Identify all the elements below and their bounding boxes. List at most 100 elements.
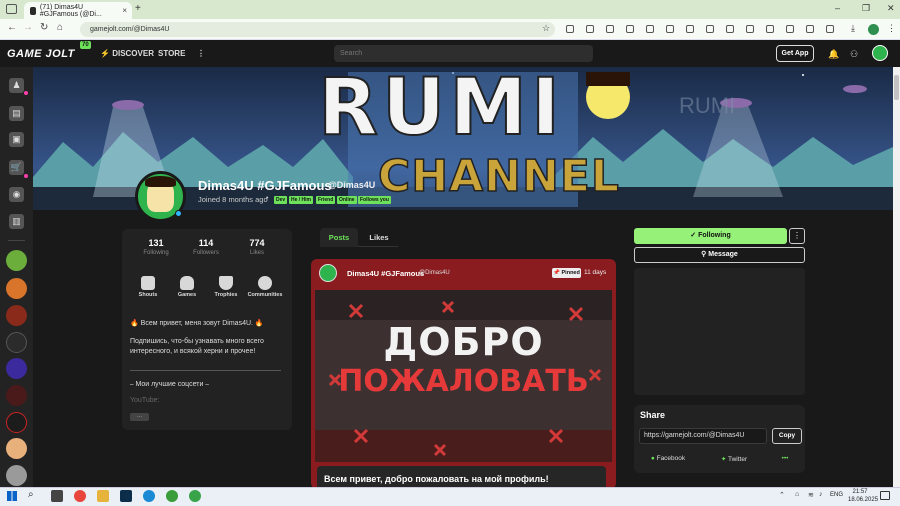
likes-count[interactable]: 774 bbox=[232, 238, 282, 248]
app-icon[interactable] bbox=[189, 490, 201, 502]
profile-more-button[interactable]: ⋮ bbox=[789, 228, 805, 244]
post-author-avatar[interactable] bbox=[319, 264, 337, 282]
tab-actions-icon[interactable] bbox=[6, 4, 17, 14]
post-text: Всем привет, добро пожаловать на мой про… bbox=[324, 474, 549, 484]
taskbar-search-icon[interactable]: ⌕ bbox=[28, 489, 34, 500]
share-twitter-button[interactable]: ✦ Twitter bbox=[709, 455, 759, 463]
tab-posts[interactable]: Posts bbox=[320, 228, 358, 247]
community-avatar-5[interactable] bbox=[6, 358, 27, 379]
activity-icon[interactable]: ⚇ bbox=[850, 49, 858, 60]
forward-icon[interactable]: → bbox=[23, 22, 33, 33]
extension-icon-12[interactable] bbox=[786, 25, 794, 33]
sidebar-store-icon[interactable]: ▤ bbox=[9, 106, 24, 121]
following-label: Following bbox=[143, 250, 169, 256]
volume-icon[interactable]: ♪ bbox=[819, 491, 823, 498]
community-avatar-7[interactable] bbox=[6, 412, 27, 433]
community-avatar-1[interactable] bbox=[6, 250, 27, 271]
shouts-label[interactable]: Shouts bbox=[128, 292, 168, 298]
extension-icon-1[interactable] bbox=[566, 25, 574, 33]
copy-button[interactable]: Copy bbox=[772, 428, 802, 444]
bell-icon[interactable]: 🔔 bbox=[828, 49, 839, 60]
community-avatar-8[interactable] bbox=[6, 438, 27, 459]
edge-icon[interactable] bbox=[143, 490, 155, 502]
search-input[interactable]: Search bbox=[334, 45, 593, 62]
downloads-icon[interactable]: ⤓ bbox=[851, 23, 855, 34]
network-icon[interactable]: ⌂ bbox=[795, 491, 799, 498]
tab-likes[interactable]: Likes bbox=[360, 228, 398, 247]
extension-icon-2[interactable] bbox=[586, 25, 594, 33]
trophy-icon[interactable] bbox=[219, 276, 233, 290]
tray-chevron-icon[interactable]: ⌃ bbox=[779, 491, 785, 499]
extension-icon-4[interactable] bbox=[626, 25, 634, 33]
new-tab-button[interactable]: + bbox=[135, 3, 141, 14]
post-author-name[interactable]: Dimas4U #GJFamous bbox=[347, 269, 424, 278]
extension-icon-6[interactable] bbox=[666, 25, 674, 33]
extension-icon-3[interactable] bbox=[606, 25, 614, 33]
task-view-icon[interactable] bbox=[51, 490, 63, 502]
clock[interactable]: 21:57 18.06.2025 bbox=[848, 488, 878, 504]
minimize-button[interactable]: – bbox=[835, 3, 840, 13]
photoshop-icon[interactable] bbox=[120, 490, 132, 502]
share-more-button[interactable]: ••• bbox=[760, 455, 810, 462]
following-count[interactable]: 131 bbox=[131, 238, 181, 248]
extension-icon-9[interactable] bbox=[726, 25, 734, 33]
tab-close-icon[interactable]: × bbox=[122, 6, 127, 15]
home-icon[interactable]: ⌂ bbox=[57, 22, 63, 33]
message-button[interactable]: ⚲ Message bbox=[634, 247, 805, 263]
user-avatar[interactable] bbox=[872, 45, 888, 61]
sidebar-library-icon[interactable]: ▥ bbox=[9, 214, 24, 229]
header-more-icon[interactable]: ⋮ bbox=[197, 49, 205, 58]
chrome-icon[interactable] bbox=[74, 490, 86, 502]
share-url-field[interactable]: https://gamejolt.com/@Dimas4U bbox=[639, 428, 767, 444]
address-input[interactable]: gamejolt.com/@Dimas4U bbox=[80, 22, 555, 37]
community-avatar-2[interactable] bbox=[6, 278, 27, 299]
trophies-label[interactable]: Trophies bbox=[206, 292, 246, 298]
whatsapp-icon[interactable] bbox=[166, 490, 178, 502]
extension-icon-13[interactable] bbox=[806, 25, 814, 33]
bookmark-star-icon[interactable]: ☆ bbox=[542, 23, 550, 34]
language-indicator[interactable]: ENG bbox=[830, 492, 843, 498]
communities-label[interactable]: Communities bbox=[245, 292, 285, 298]
community-avatar-3[interactable] bbox=[6, 305, 27, 326]
profile-avatar-icon[interactable] bbox=[868, 24, 879, 35]
nav-discover[interactable]: ⚡ DISCOVER bbox=[100, 49, 154, 58]
community-avatar-6[interactable] bbox=[6, 385, 27, 406]
gamepad-icon[interactable] bbox=[180, 276, 194, 290]
bio-expand-button[interactable]: ... bbox=[130, 413, 149, 421]
sidebar-inventory-icon[interactable]: ▣ bbox=[9, 132, 24, 147]
followers-count[interactable]: 114 bbox=[181, 238, 231, 248]
extension-icon-14[interactable] bbox=[826, 25, 834, 33]
chat-icon[interactable] bbox=[141, 276, 155, 290]
gamejolt-favicon-icon bbox=[30, 6, 36, 15]
sidebar-shop-icon[interactable]: 🛒 bbox=[9, 160, 24, 175]
reload-icon[interactable]: ↻ bbox=[40, 22, 48, 33]
gamejolt-logo[interactable]: GAME JOLT bbox=[7, 48, 75, 60]
file-explorer-icon[interactable] bbox=[97, 490, 109, 502]
nav-discover-label: DISCOVER bbox=[112, 49, 154, 58]
wifi-icon[interactable]: ≋ bbox=[808, 491, 814, 499]
sidebar-home-icon[interactable]: ♟ bbox=[9, 78, 24, 93]
close-window-button[interactable]: ✕ bbox=[887, 3, 895, 14]
back-icon[interactable]: ← bbox=[7, 22, 17, 33]
extension-icon-7[interactable] bbox=[686, 25, 694, 33]
community-avatar-9[interactable] bbox=[6, 465, 27, 486]
maximize-button[interactable]: ❐ bbox=[862, 3, 870, 14]
community-avatar-4[interactable] bbox=[6, 332, 27, 353]
scrollbar-track[interactable] bbox=[893, 67, 900, 487]
notifications-icon[interactable] bbox=[880, 491, 890, 500]
scrollbar-thumb[interactable] bbox=[894, 75, 899, 100]
share-facebook-button[interactable]: ● Facebook bbox=[643, 455, 693, 462]
extension-icon-8[interactable] bbox=[706, 25, 714, 33]
nav-store[interactable]: STORE bbox=[158, 49, 185, 58]
browser-menu-icon[interactable]: ⋮ bbox=[887, 23, 896, 34]
communities-icon[interactable] bbox=[258, 276, 272, 290]
get-app-button[interactable]: Get App bbox=[776, 45, 814, 62]
games-label[interactable]: Games bbox=[167, 292, 207, 298]
browser-tab[interactable]: (71) Dimas4U #GJFamous (@Di... × bbox=[24, 2, 132, 19]
extension-icon-11[interactable] bbox=[766, 25, 774, 33]
extension-icon-5[interactable] bbox=[646, 25, 654, 33]
windows-start-icon[interactable] bbox=[7, 491, 17, 501]
sidebar-chat-icon[interactable]: ◉ bbox=[9, 187, 24, 202]
extension-icon-10[interactable] bbox=[746, 25, 754, 33]
following-button[interactable]: ✓ Following bbox=[634, 228, 787, 244]
